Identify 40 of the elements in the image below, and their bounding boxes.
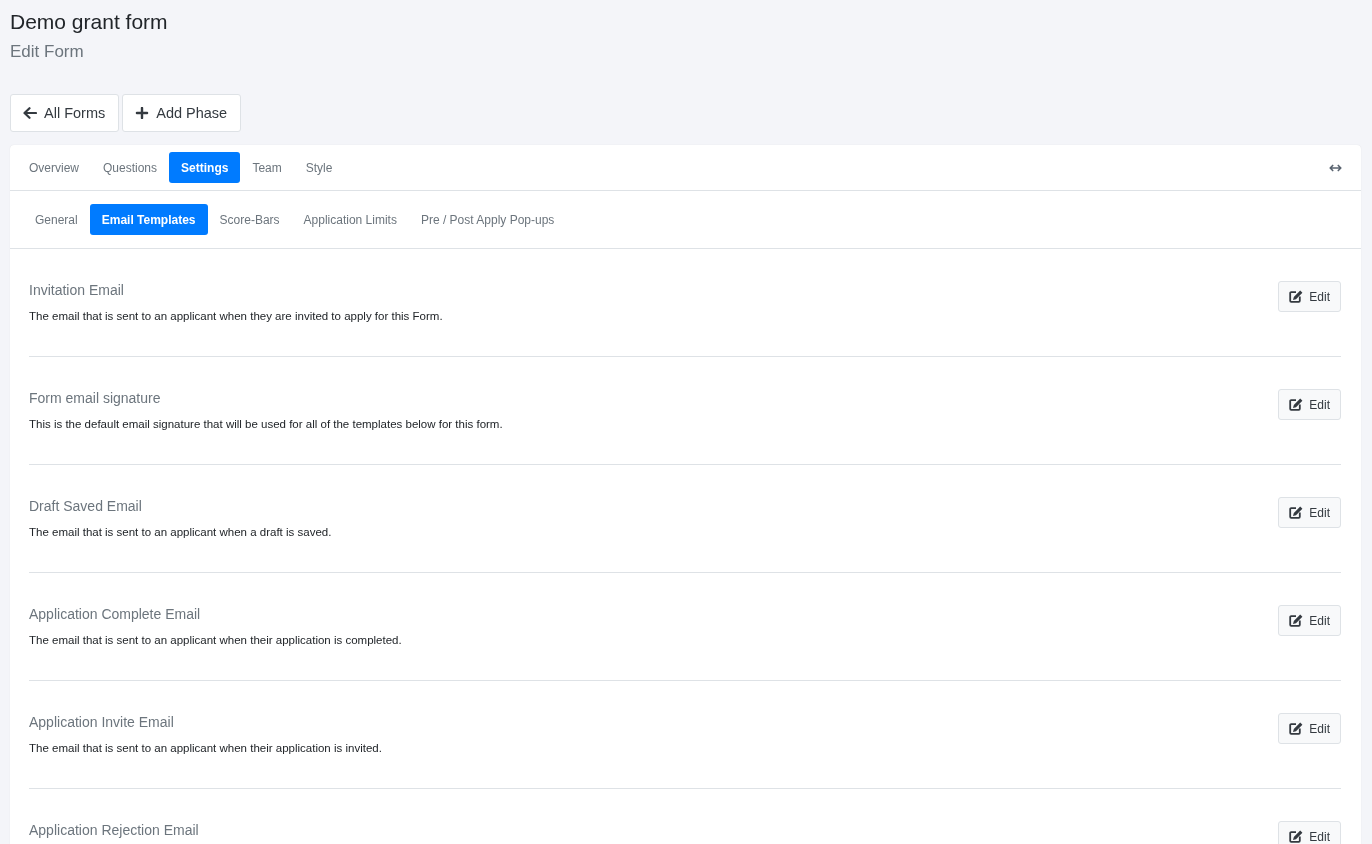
page-title: Demo grant form: [10, 9, 169, 35]
settings-subtab[interactable]: Pre / Post Apply Pop-ups: [408, 204, 567, 235]
edit-button[interactable]: Edit: [1278, 605, 1341, 636]
edit-button[interactable]: Edit: [1278, 821, 1341, 844]
template-description: The email that is sent to an applicant when they are invited to apply for this Form.: [29, 309, 443, 324]
template-title: Application Rejection Email: [29, 821, 199, 839]
edit-icon: [1289, 506, 1304, 519]
template-title: Application Complete Email: [29, 605, 202, 623]
template-title: Draft Saved Email: [29, 497, 143, 515]
arrow-left-icon: [23, 107, 37, 119]
edit-icon: [1289, 614, 1304, 627]
edit-icon: [1289, 722, 1304, 735]
template-title: Application Invite Email: [29, 713, 175, 731]
edit-icon: [1289, 290, 1304, 303]
settings-subtab[interactable]: General: [23, 204, 90, 235]
edit-button[interactable]: Edit: [1278, 389, 1341, 420]
settings-subtab[interactable]: Score-Bars: [207, 204, 292, 235]
add-phase-button[interactable]: Add Phase: [122, 94, 242, 132]
template-description: The email that is sent to an applicant when their application is completed.: [29, 633, 402, 648]
nav-tab[interactable]: Style: [293, 152, 345, 183]
page-subtitle: Edit Form: [10, 41, 85, 63]
template-title: Form email signature: [29, 389, 162, 407]
edit-icon: [1289, 830, 1304, 843]
expand-horizontal-icon[interactable]: [1329, 163, 1342, 172]
nav-tab[interactable]: Overview: [17, 152, 91, 183]
template-description: The email that is sent to an applicant when a draft is saved.: [29, 525, 332, 540]
edit-button[interactable]: Edit: [1278, 497, 1341, 528]
nav-tab[interactable]: Questions: [91, 152, 170, 183]
edit-button[interactable]: Edit: [1278, 281, 1341, 312]
template-description: The email that is sent to an applicant when their application is invited.: [29, 741, 382, 756]
template-description: This is the default email signature that will be used for all of the templates below for this form.: [29, 417, 503, 432]
edit-button[interactable]: Edit: [1278, 713, 1341, 744]
edit-icon: [1289, 398, 1304, 411]
settings-subtab[interactable]: Email Templates: [89, 204, 208, 235]
nav-tab[interactable]: Settings: [169, 152, 241, 183]
template-title: Invitation Email: [29, 281, 125, 299]
all-forms-button[interactable]: All Forms: [10, 94, 120, 132]
plus-icon: [135, 107, 150, 119]
nav-tab[interactable]: Team: [240, 152, 294, 183]
settings-subtab[interactable]: Application Limits: [291, 204, 409, 235]
